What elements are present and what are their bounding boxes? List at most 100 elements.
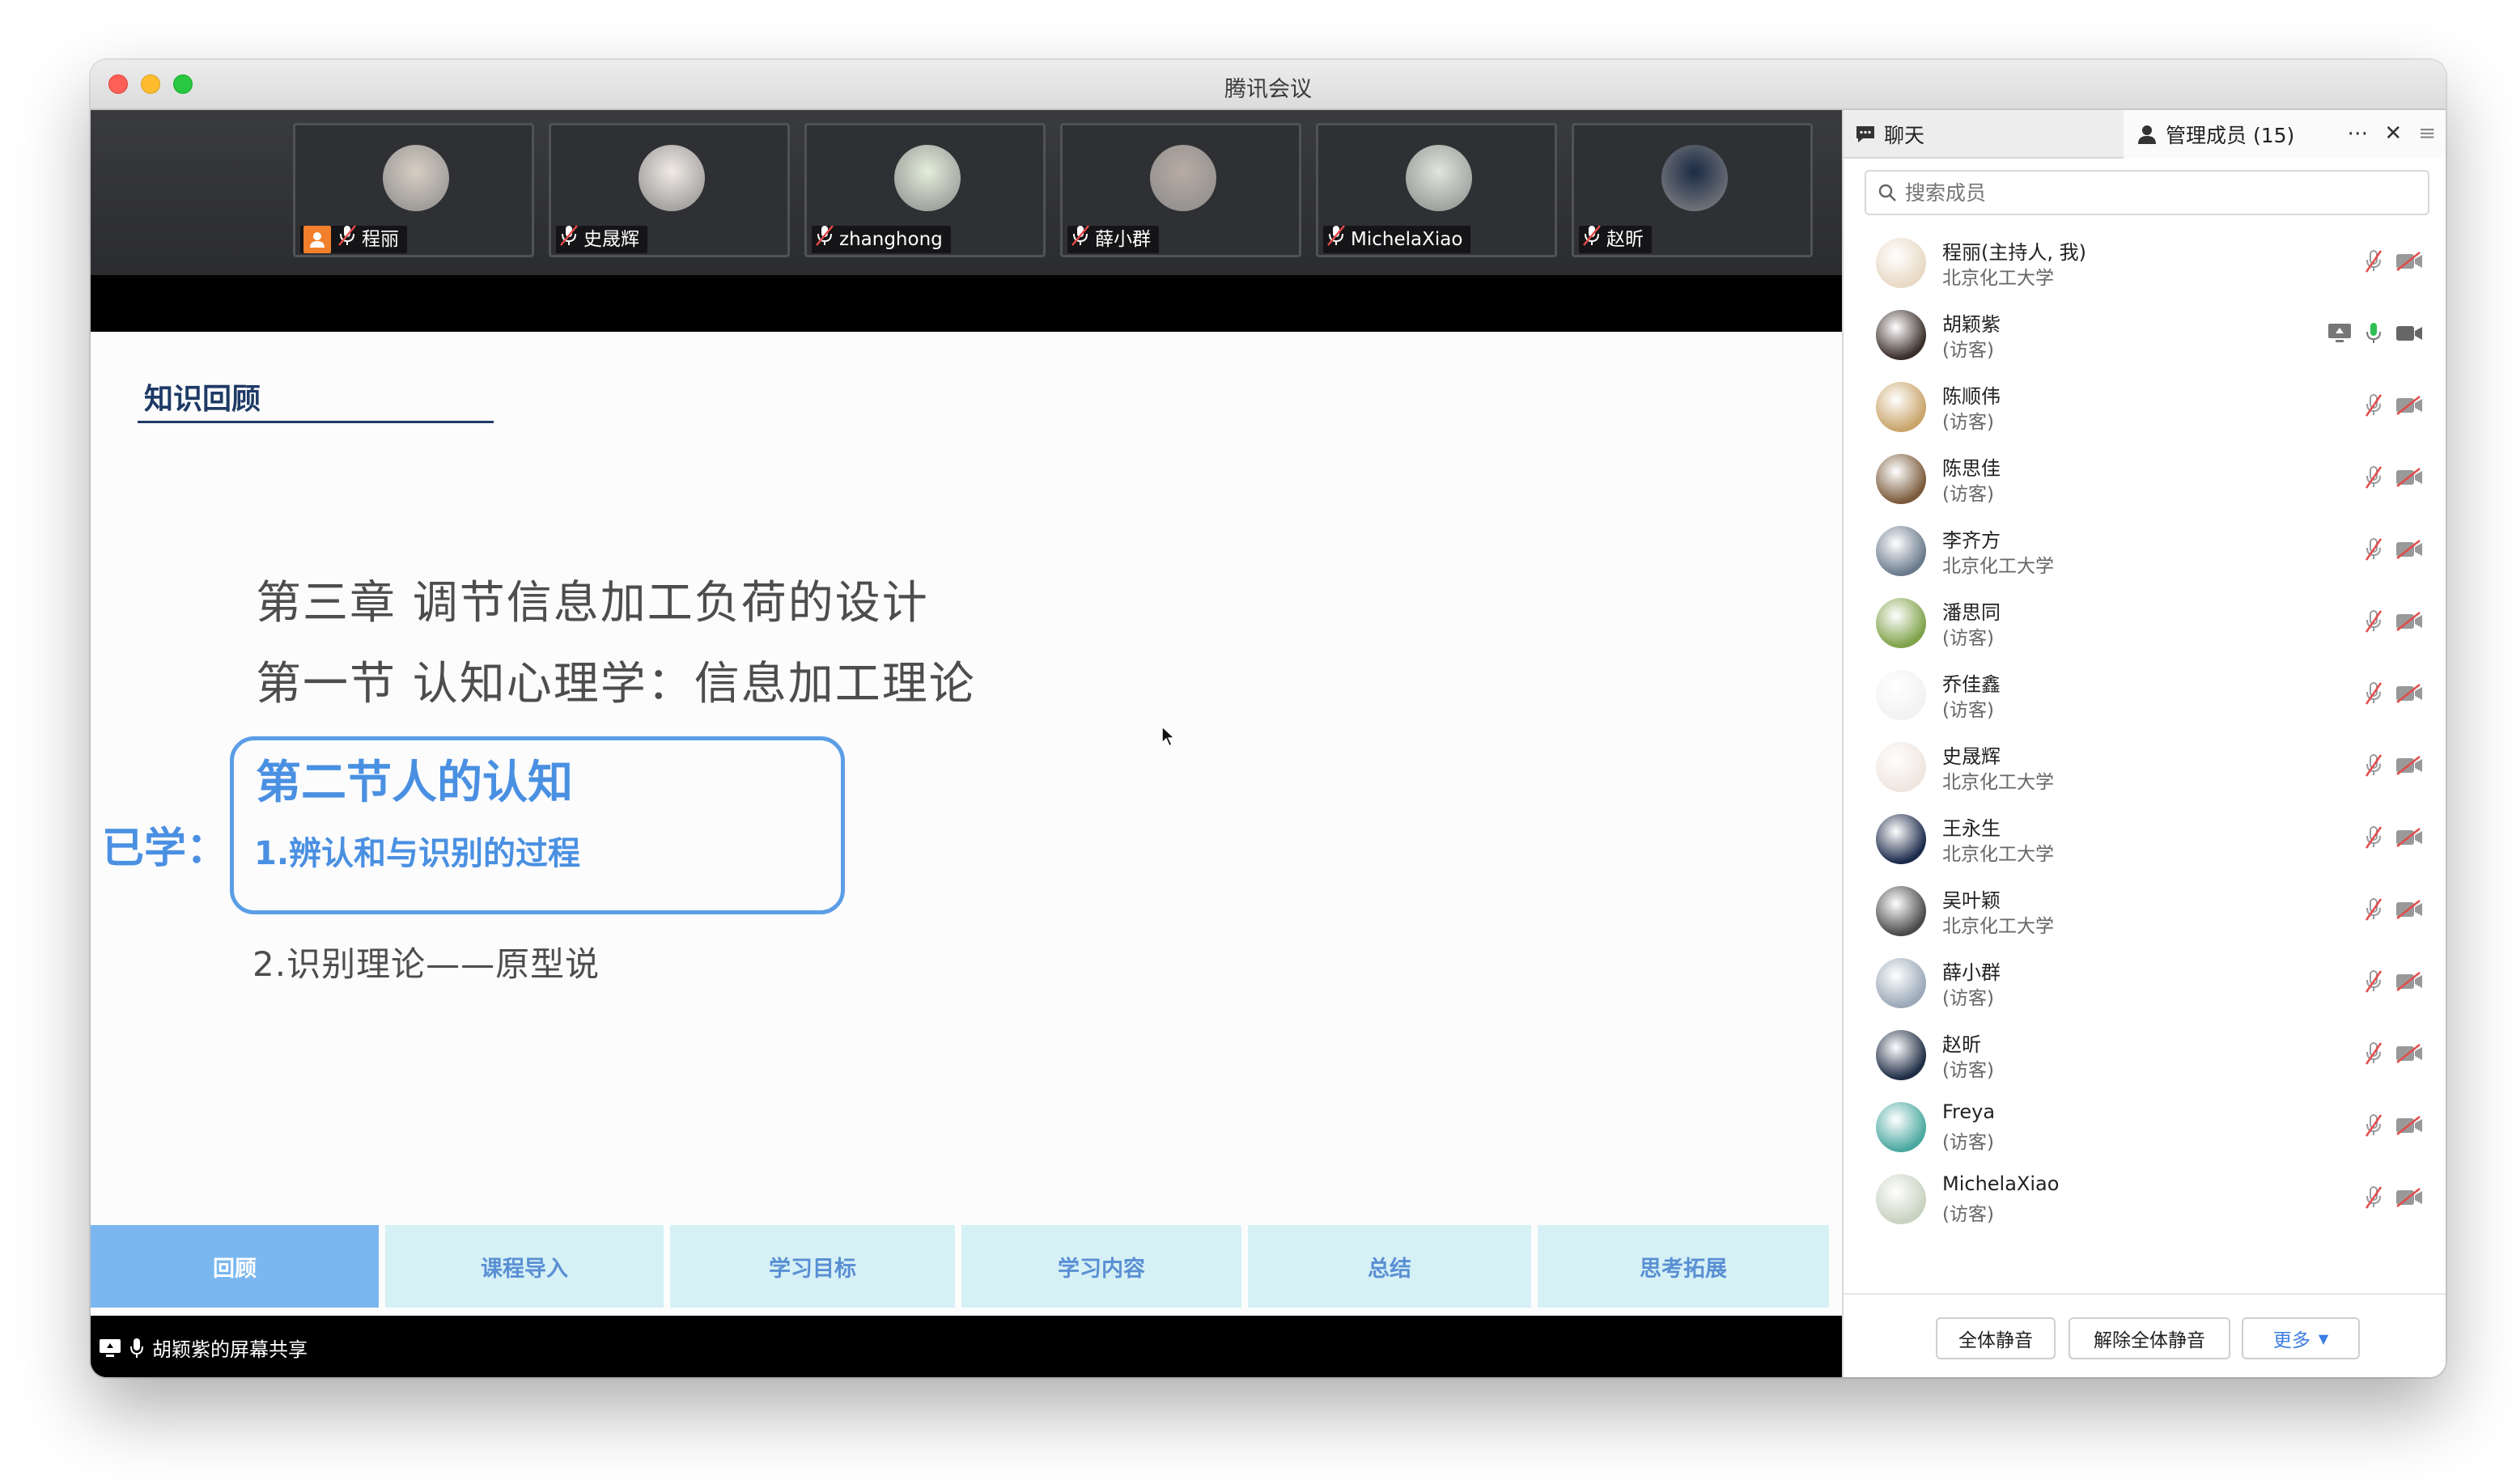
microphone-muted-icon[interactable] <box>2365 393 2383 421</box>
member-status-icons <box>2365 1113 2423 1141</box>
camera-off-icon[interactable] <box>2395 1044 2423 1066</box>
camera-off-icon[interactable] <box>2395 828 2423 850</box>
microphone-muted-icon[interactable] <box>2365 537 2383 565</box>
search-input[interactable] <box>1905 180 2391 205</box>
microphone-muted-icon[interactable] <box>2365 825 2383 853</box>
member-row[interactable]: Freya (访客) <box>1844 1092 2446 1164</box>
member-affiliation: (访客) <box>1942 1060 1994 1081</box>
camera-off-icon[interactable] <box>2395 756 2423 778</box>
host-badge-icon <box>303 226 331 253</box>
unmute-all-button[interactable]: 解除全体静音 <box>2069 1317 2230 1359</box>
slide-nav-item[interactable]: 回顾 <box>91 1225 379 1308</box>
member-affiliation: (访客) <box>1942 1132 1994 1153</box>
member-affiliation: (访客) <box>1942 988 1994 1009</box>
camera-off-icon[interactable] <box>2395 900 2423 922</box>
member-row[interactable]: MichelaXiao (访客) <box>1844 1164 2446 1236</box>
video-tile[interactable]: MichelaXiao <box>1316 123 1557 257</box>
tab-chat[interactable]: 聊天 <box>1855 110 2124 159</box>
member-row[interactable]: 陈思佳 (访客) <box>1844 444 2446 515</box>
member-row[interactable]: 陈顺伟 (访客) <box>1844 372 2446 443</box>
member-affiliation: 北京化工大学 <box>1942 268 2054 289</box>
member-status-icons <box>2365 681 2423 709</box>
member-affiliation: (访客) <box>1942 1204 1994 1225</box>
microphone-muted-icon[interactable] <box>2365 681 2383 709</box>
camera-off-icon[interactable] <box>2395 612 2423 634</box>
member-row[interactable]: 王永生 北京化工大学 <box>1844 804 2446 876</box>
member-affiliation: (访客) <box>1942 412 1994 433</box>
slide-nav-item[interactable]: 学习内容 <box>961 1225 1241 1308</box>
camera-on-icon[interactable] <box>2395 324 2423 346</box>
camera-off-icon[interactable] <box>2395 540 2423 562</box>
microphone-on-icon[interactable] <box>2365 321 2383 349</box>
member-avatar <box>1876 1174 1926 1224</box>
microphone-muted-icon[interactable] <box>2365 1113 2383 1141</box>
member-status-icons <box>2327 321 2423 349</box>
panel-actions: ⋯ ✕ ≡ <box>2347 121 2436 146</box>
camera-off-icon[interactable] <box>2395 396 2423 418</box>
microphone-muted-icon[interactable] <box>2365 1041 2383 1069</box>
slide-section-2: 第二节人的认知 <box>256 757 573 809</box>
microphone-muted-icon[interactable] <box>2365 969 2383 997</box>
slide-heading: 知识回顾 <box>144 383 261 416</box>
member-name: 程丽(主持人, 我) <box>1942 241 2086 264</box>
menu-icon[interactable]: ≡ <box>2418 121 2436 146</box>
microphone-muted-icon[interactable] <box>2365 1185 2383 1213</box>
tab-members-label: 管理成员 (15) <box>2166 124 2295 147</box>
shared-slide: 知识回顾 第三章 调节信息加工负荷的设计 第一节 认知心理学：信息加工理论 已学… <box>91 332 1842 1316</box>
slide-nav-item[interactable]: 思考拓展 <box>1538 1225 1829 1308</box>
member-name: 王永生 <box>1942 817 2001 840</box>
member-status-icons <box>2365 969 2423 997</box>
member-search[interactable] <box>1865 170 2429 215</box>
member-row[interactable]: 程丽(主持人, 我) 北京化工大学 <box>1844 228 2446 299</box>
member-row[interactable]: 薛小群 (访客) <box>1844 948 2446 1020</box>
member-affiliation: (访客) <box>1942 700 1994 721</box>
video-tile[interactable]: 程丽 <box>293 123 534 257</box>
member-row[interactable]: 潘思同 (访客) <box>1844 588 2446 659</box>
member-row[interactable]: 乔佳鑫 (访客) <box>1844 660 2446 731</box>
panel-footer: 全体静音 解除全体静音 更多 ▼ <box>1844 1293 2446 1377</box>
member-row[interactable]: 吴叶颖 北京化工大学 <box>1844 876 2446 948</box>
member-status-icons <box>2365 753 2423 781</box>
member-name: 赵昕 <box>1942 1033 1981 1056</box>
slide-nav-item[interactable]: 总结 <box>1248 1225 1531 1308</box>
member-row[interactable]: 胡颖紫 (访客) <box>1844 300 2446 371</box>
microphone-muted-icon[interactable] <box>2365 897 2383 925</box>
camera-off-icon[interactable] <box>2395 1188 2423 1211</box>
video-tile[interactable]: zhanghong <box>804 123 1046 257</box>
microphone-muted-icon[interactable] <box>2365 753 2383 781</box>
video-tile[interactable]: 薛小群 <box>1060 123 1301 257</box>
more-options-icon[interactable]: ⋯ <box>2347 121 2368 146</box>
member-row[interactable]: 史晟辉 北京化工大学 <box>1844 732 2446 803</box>
slide-heading-underline <box>138 421 494 423</box>
member-row[interactable]: 李齐方 北京化工大学 <box>1844 516 2446 587</box>
member-row[interactable]: 赵昕 (访客) <box>1844 1020 2446 1092</box>
mic-muted-icon <box>1071 224 1090 255</box>
member-avatar <box>1876 742 1926 792</box>
microphone-muted-icon[interactable] <box>2365 465 2383 493</box>
camera-off-icon[interactable] <box>2395 252 2423 274</box>
slide-nav-item[interactable]: 课程导入 <box>385 1225 664 1308</box>
member-avatar <box>1876 598 1926 648</box>
camera-off-icon[interactable] <box>2395 468 2423 490</box>
more-button[interactable]: 更多 ▼ <box>2242 1317 2360 1359</box>
microphone-muted-icon[interactable] <box>2365 609 2383 637</box>
camera-off-icon[interactable] <box>2395 1116 2423 1138</box>
video-tile[interactable]: 赵昕 <box>1572 123 1813 257</box>
camera-off-icon[interactable] <box>2395 684 2423 706</box>
microphone-muted-icon[interactable] <box>2365 249 2383 277</box>
member-name: 胡颖紫 <box>1942 313 2001 336</box>
member-status-icons <box>2365 465 2423 493</box>
camera-off-icon[interactable] <box>2395 972 2423 994</box>
participant-name: MichelaXiao <box>1351 229 1463 250</box>
member-avatar <box>1876 670 1926 720</box>
participant-nameplate: 薛小群 <box>1067 224 1159 255</box>
slide-nav-item[interactable]: 学习目标 <box>670 1225 955 1308</box>
member-name: 潘思同 <box>1942 601 2001 624</box>
member-row[interactable]: zhanghong(访客) <box>1844 1236 2446 1238</box>
mute-all-button[interactable]: 全体静音 <box>1936 1317 2056 1359</box>
close-icon[interactable]: ✕ <box>2384 121 2402 146</box>
member-name: 乔佳鑫 <box>1942 673 2001 696</box>
video-tile[interactable]: 史晟辉 <box>549 123 790 257</box>
more-button-label: 更多 <box>2272 1330 2310 1351</box>
member-name: 史晟辉 <box>1942 745 2001 768</box>
